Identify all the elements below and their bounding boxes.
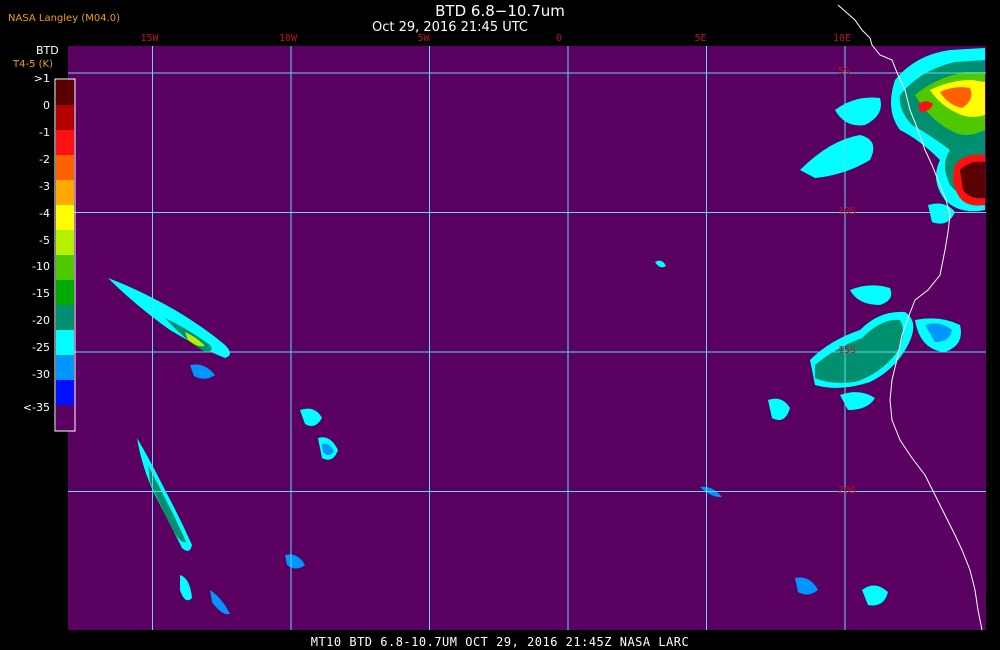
legend-label: -15: [32, 287, 50, 301]
agency-label: NASA Langley (M04.0): [8, 13, 120, 24]
latitude-label: 15S: [838, 345, 857, 356]
legend-swatch: [56, 205, 74, 231]
legend-label: -5: [39, 233, 50, 247]
latitude-label: 10S: [838, 205, 857, 217]
legend-swatch: [56, 230, 74, 256]
legend-label: -2: [39, 152, 50, 166]
legend-swatch: [56, 80, 74, 106]
legend-swatch: [56, 380, 74, 406]
legend-label: 0: [43, 98, 50, 112]
latitude-label: 20S: [838, 484, 857, 496]
image-timestamp: Oct 29, 2016 21:45 UTC: [372, 20, 528, 35]
image-title: BTD 6.8−10.7um: [435, 2, 565, 20]
legend-label: >1: [33, 72, 50, 85]
latitude-label: 5S: [838, 66, 851, 77]
legend-title: BTD: [36, 44, 59, 57]
legend-swatch: [56, 130, 74, 156]
longitude-label: 5E: [694, 33, 707, 44]
legend-label: -4: [39, 206, 50, 220]
legend-swatch: [56, 105, 74, 131]
longitude-label: 10W: [279, 33, 298, 44]
longitude-label: 0: [556, 33, 563, 44]
legend-swatch: [56, 405, 74, 431]
legend-label: -1: [39, 125, 50, 139]
legend-label: -10: [32, 260, 50, 274]
longitude-label: 10E: [833, 33, 852, 44]
legend-label: -20: [32, 314, 50, 328]
legend-swatch: [56, 330, 74, 356]
legend-swatch: [56, 255, 74, 281]
legend-swatch: [56, 305, 74, 331]
satellite-image: [54, 4, 986, 631]
legend-swatch: [56, 355, 74, 381]
legend-label: -3: [39, 179, 50, 193]
footer-caption: MT10 BTD 6.8-10.7UM OCT 29, 2016 21:45Z …: [310, 635, 690, 649]
legend-label: -30: [32, 368, 50, 382]
longitude-label: 5W: [417, 33, 430, 44]
longitude-label: 15W: [140, 33, 159, 44]
legend-label: -25: [32, 341, 50, 355]
legend-swatch: [56, 180, 74, 206]
legend-label: <-35: [22, 401, 50, 415]
legend-swatch: [56, 155, 74, 181]
legend-swatch: [56, 280, 74, 306]
legend-unit: T4-5 (K): [13, 59, 53, 70]
